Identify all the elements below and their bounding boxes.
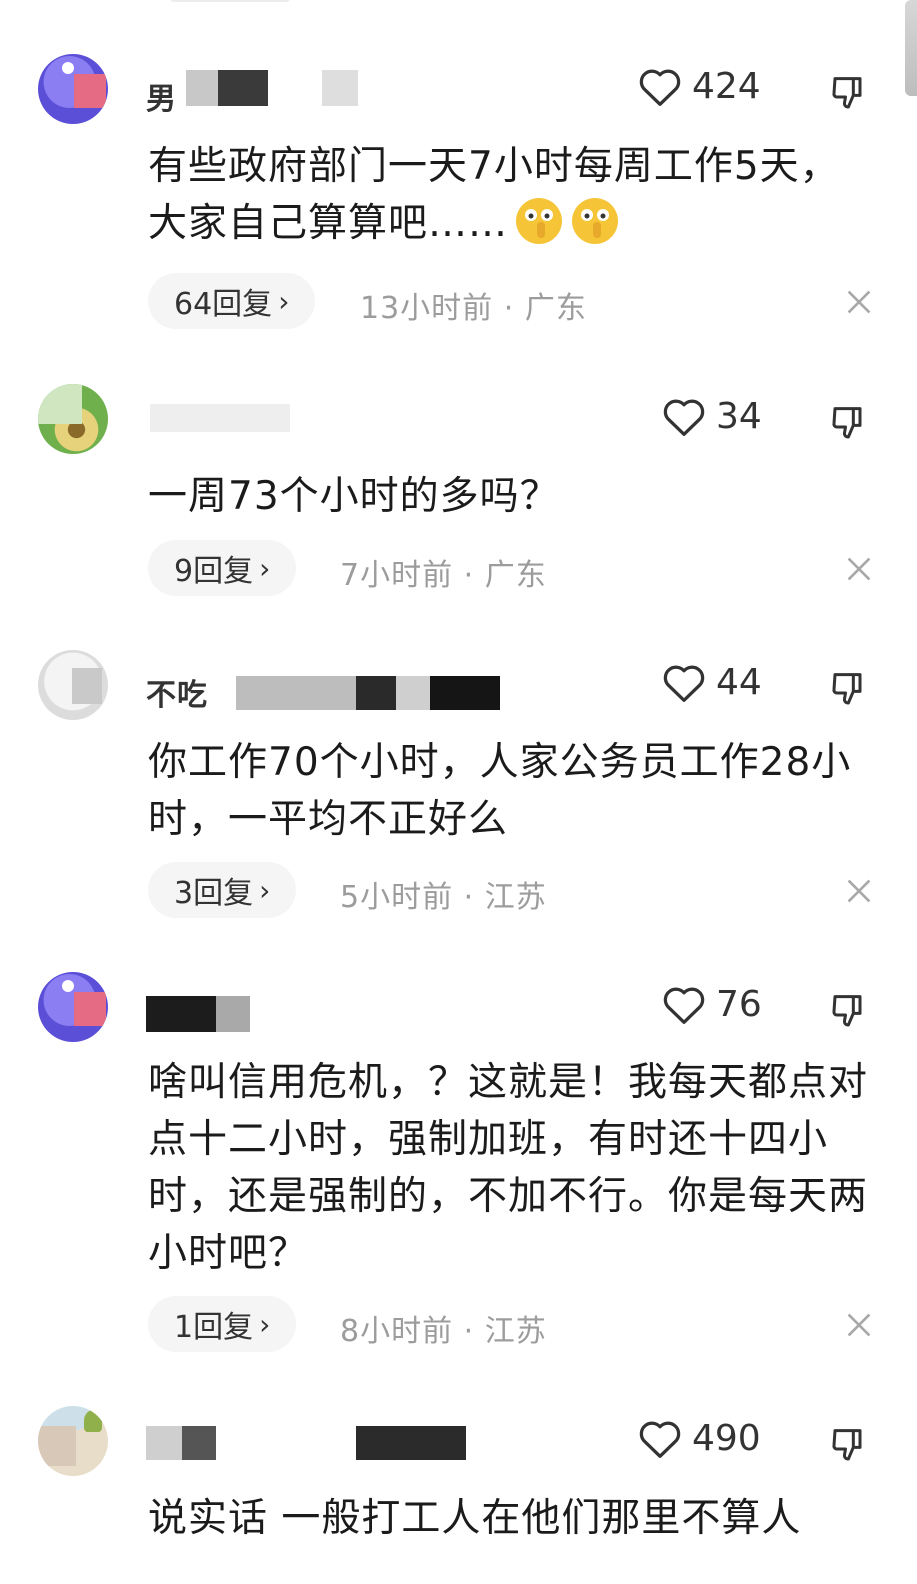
comment-text-body: 有些政府部门一天7小时每周工作5天，大家自己算算吧…… bbox=[148, 144, 840, 246]
heart-outline-icon bbox=[663, 399, 705, 436]
timestamp: 5小时前 bbox=[340, 880, 454, 915]
avatar[interactable] bbox=[38, 1406, 108, 1476]
avatar[interactable] bbox=[38, 972, 108, 1042]
scrollbar[interactable] bbox=[905, 0, 917, 96]
thumbs-down-icon[interactable] bbox=[830, 990, 870, 1030]
chevron-right-icon: › bbox=[259, 1307, 271, 1341]
thumbs-down-icon[interactable] bbox=[830, 72, 870, 112]
comment-text: 你工作70个小时，人家公务员工作28小时，一平均不正好么 bbox=[148, 740, 852, 842]
like-button[interactable]: 34 bbox=[662, 396, 762, 437]
heart-outline-icon bbox=[663, 987, 705, 1024]
timestamp: 7小时前 bbox=[340, 558, 454, 593]
like-count: 76 bbox=[716, 984, 762, 1025]
thumbs-down-icon[interactable] bbox=[830, 1424, 870, 1464]
heart-outline-icon bbox=[663, 665, 705, 702]
timestamp: 13小时前 bbox=[360, 291, 494, 326]
like-button[interactable]: 424 bbox=[638, 66, 761, 107]
like-button[interactable]: 76 bbox=[662, 984, 762, 1025]
like-count: 44 bbox=[716, 662, 762, 703]
reply-count-button[interactable]: 64回复 › bbox=[148, 273, 316, 329]
heart-outline-icon bbox=[639, 69, 681, 106]
avatar[interactable] bbox=[38, 650, 108, 720]
timestamp: 8小时前 bbox=[340, 1314, 454, 1349]
location: 江苏 bbox=[484, 880, 547, 915]
comment-text: 一周73个小时的多吗？ bbox=[148, 474, 560, 519]
shush-emoji-icon bbox=[516, 198, 563, 244]
comment-meta: 5小时前 · 江苏 bbox=[340, 872, 547, 916]
comment-text: 啥叫信用危机，？这就是！我每天都点对点十二小时，强制加班，有时还十四小时，还是强… bbox=[148, 1060, 869, 1276]
comment-meta: 8小时前 · 江苏 bbox=[340, 1306, 547, 1350]
chevron-right-icon: › bbox=[278, 284, 290, 318]
heart-outline-icon bbox=[639, 1421, 681, 1458]
reply-count-button[interactable]: 1回复 › bbox=[148, 1296, 297, 1352]
avatar[interactable] bbox=[38, 54, 108, 124]
chevron-right-icon: › bbox=[259, 551, 271, 585]
shush-emoji-icon bbox=[572, 198, 619, 244]
like-button[interactable]: 490 bbox=[638, 1418, 761, 1459]
close-icon[interactable] bbox=[846, 1312, 872, 1338]
reply-count: 1回复 bbox=[174, 1310, 254, 1345]
top-edge-divider bbox=[170, 0, 290, 2]
reply-count: 9回复 bbox=[174, 554, 254, 589]
comment-text: 说实话 一般打工人在他们那里不算人 bbox=[148, 1496, 802, 1541]
avatar[interactable] bbox=[38, 384, 108, 454]
username[interactable]: 不吃 bbox=[146, 670, 208, 714]
meta-separator: · bbox=[463, 880, 475, 915]
thumbs-down-icon[interactable] bbox=[830, 402, 870, 442]
chevron-right-icon: › bbox=[259, 873, 271, 907]
reply-count-button[interactable]: 3回复 › bbox=[148, 862, 297, 918]
reply-count-button[interactable]: 9回复 › bbox=[148, 540, 297, 596]
comment-meta: 7小时前 · 广东 bbox=[340, 550, 547, 594]
reply-count: 3回复 bbox=[174, 876, 254, 911]
like-count: 490 bbox=[692, 1418, 761, 1459]
close-icon[interactable] bbox=[846, 878, 872, 904]
location: 江苏 bbox=[484, 1314, 547, 1349]
close-icon[interactable] bbox=[846, 556, 872, 582]
comment-text: 有些政府部门一天7小时每周工作5天，大家自己算算吧…… bbox=[148, 138, 868, 252]
close-icon[interactable] bbox=[846, 289, 872, 315]
like-count: 424 bbox=[692, 66, 761, 107]
like-count: 34 bbox=[716, 396, 762, 437]
thumbs-down-icon[interactable] bbox=[830, 668, 870, 708]
reply-count: 64回复 bbox=[174, 287, 273, 322]
location: 广东 bbox=[524, 291, 587, 326]
username[interactable]: 男 bbox=[146, 74, 177, 118]
like-button[interactable]: 44 bbox=[662, 662, 762, 703]
location: 广东 bbox=[484, 558, 547, 593]
meta-separator: · bbox=[463, 1314, 475, 1349]
meta-separator: · bbox=[503, 291, 515, 326]
meta-separator: · bbox=[463, 558, 475, 593]
comment-meta: 13小时前 · 广东 bbox=[360, 283, 587, 327]
